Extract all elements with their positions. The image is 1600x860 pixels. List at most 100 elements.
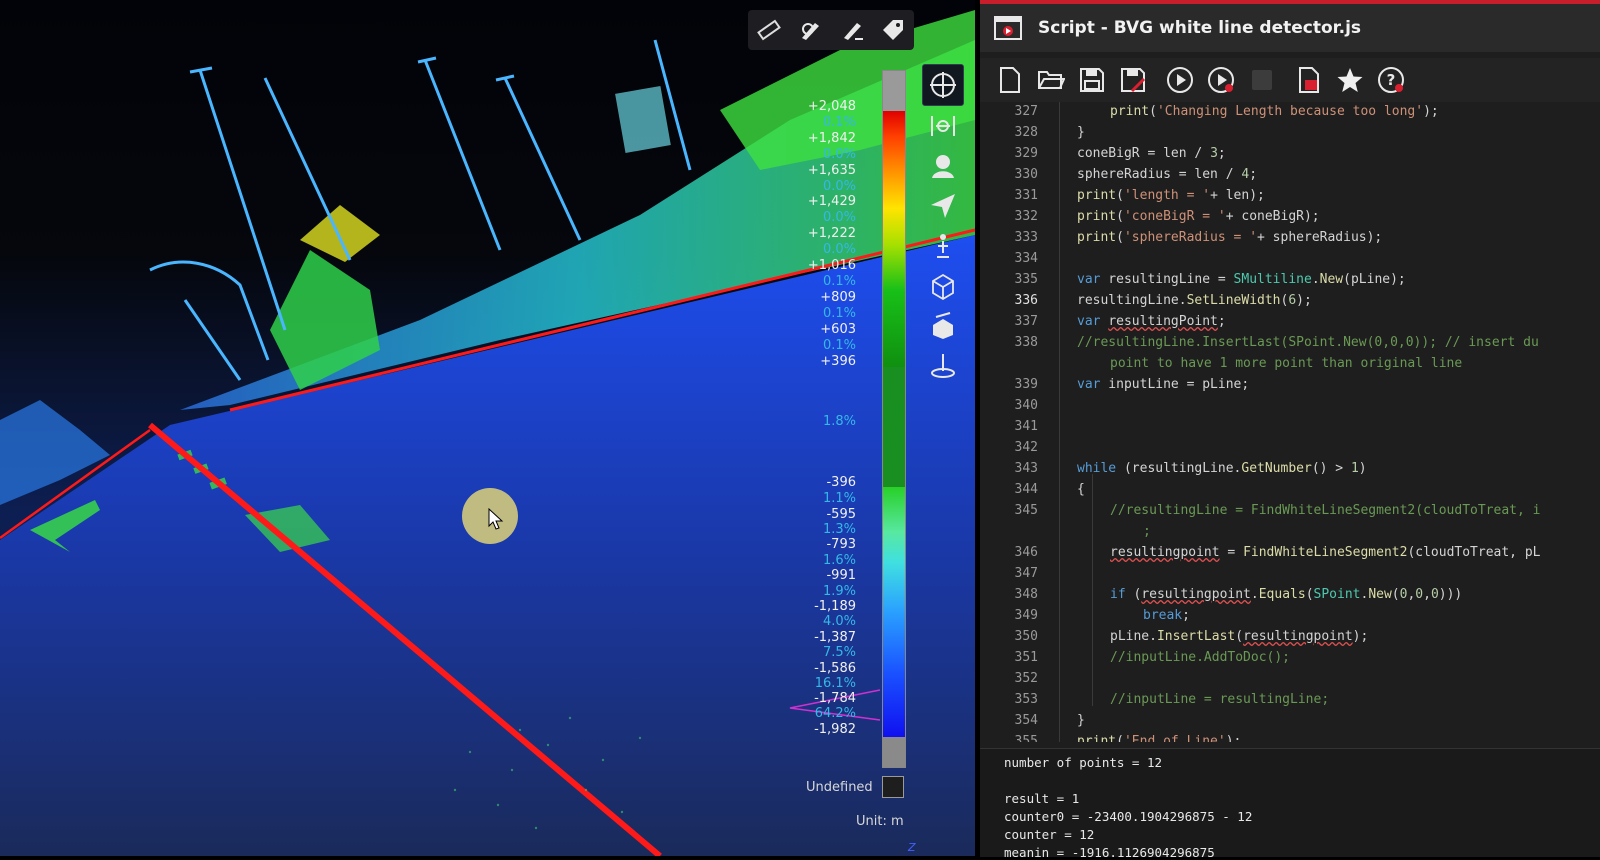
stop-script-button[interactable] <box>1246 64 1278 96</box>
unit-label: Unit: m <box>856 814 904 829</box>
scale-label: 1.9% <box>822 584 856 599</box>
scale-label: -1,189 <box>814 599 856 614</box>
export-pdf-button[interactable] <box>1293 64 1325 96</box>
undefined-label: Undefined <box>806 780 873 795</box>
navigate-button[interactable] <box>923 186 963 226</box>
code-line: //resultingLine = FindWhiteLineSegment2(… <box>1110 503 1541 518</box>
line-number: 353 <box>1014 692 1038 707</box>
scale-label: -1,387 <box>814 630 856 645</box>
code-line: var resultingLine = SMultiline.New(pLine… <box>1077 272 1406 287</box>
clipping-box-button[interactable] <box>923 306 963 346</box>
scale-label: +1,842 <box>807 131 856 146</box>
scale-label: 0.1% <box>822 306 856 321</box>
line-number: 348 <box>1014 587 1038 602</box>
axis-z-label: Z <box>908 841 916 854</box>
scale-label: -1,982 <box>814 722 856 737</box>
line-number: 328 <box>1014 125 1038 140</box>
code-line: resultingpoint = FindWhiteLineSegment2(c… <box>1110 545 1541 560</box>
save-as-script-button[interactable] <box>1117 64 1149 96</box>
code-line: var resultingPoint; <box>1077 314 1226 329</box>
code-line: } <box>1077 125 1085 140</box>
line-number: 338 <box>1014 335 1038 350</box>
new-file-icon <box>1000 67 1020 93</box>
scale-label: 16.1% <box>814 676 856 691</box>
user-view-icon <box>932 155 954 178</box>
code-line: pLine.InsertLast(resultingpoint); <box>1110 629 1369 644</box>
code-line: sphereRadius = len / 4; <box>1077 167 1258 182</box>
script-titlebar: Script - BVG white line detector.js <box>980 4 1600 52</box>
scale-label: 0.1% <box>822 338 856 353</box>
code-line: print('coneBigR = '+ coneBigR); <box>1077 209 1320 224</box>
svg-text:?: ? <box>1387 71 1396 89</box>
scale-label: 0.0% <box>822 242 856 257</box>
code-line: print('End of Line'); <box>1077 734 1242 742</box>
scale-label: +396 <box>820 354 856 369</box>
code-line: point to have 1 more point than original… <box>1110 356 1463 371</box>
code-line: while (resultingLine.GetNumber() > 1) <box>1077 461 1367 476</box>
scale-label: +1,222 <box>807 226 856 241</box>
scale-label: 4.0% <box>822 614 856 629</box>
line-number: 354 <box>1014 713 1038 728</box>
code-line: coneBigR = len / 3; <box>1077 146 1226 161</box>
walk-button[interactable] <box>923 226 963 266</box>
pen-angle-tool-button[interactable] <box>836 14 868 46</box>
line-number: 351 <box>1014 650 1038 665</box>
code-line: //resultingLine.InsertLast(SPoint.New(0,… <box>1077 335 1539 350</box>
label-tool-button[interactable] <box>877 14 909 46</box>
line-number: 349 <box>1014 608 1038 623</box>
cube-view-button[interactable] <box>923 266 963 306</box>
script-toolbar: ? <box>980 58 1600 102</box>
ground-plane-button[interactable] <box>923 346 963 386</box>
scale-label: 64.2% <box>814 706 856 721</box>
scale-label: +603 <box>820 322 856 337</box>
console-line: result = 1 <box>1004 791 1080 806</box>
orbit-button[interactable] <box>922 64 964 106</box>
run-script-button[interactable] <box>1164 64 1196 96</box>
open-script-button[interactable] <box>1035 64 1067 96</box>
new-script-button[interactable] <box>994 64 1026 96</box>
line-number: 343 <box>1014 461 1038 476</box>
help-button[interactable]: ? <box>1375 64 1407 96</box>
scale-label: +1,429 <box>807 194 856 209</box>
code-editor[interactable]: 327 print('Changing Length because too lo… <box>980 102 1600 742</box>
fit-view-icon <box>931 116 955 136</box>
console-line: counter = 12 <box>1004 827 1095 842</box>
scale-label: -396 <box>826 475 856 490</box>
ground-plane-icon <box>931 354 955 378</box>
fit-view-button[interactable] <box>923 106 963 146</box>
scale-label: -991 <box>826 568 856 583</box>
save-script-button[interactable] <box>1076 64 1108 96</box>
scale-label: 0.0% <box>822 147 856 162</box>
debug-script-button[interactable] <box>1205 64 1237 96</box>
ruler-icon <box>756 19 781 41</box>
line-number: 333 <box>1014 230 1038 245</box>
point-cloud-viewport[interactable]: +2,048 0.1% +1,842 0.0% +1,635 0.0% +1,429 0.0%… <box>0 0 975 856</box>
output-console[interactable]: number of points = 12 result = 1 counter0 … <box>980 748 1600 860</box>
viewer-button[interactable] <box>923 146 963 186</box>
save-icon <box>1080 68 1104 92</box>
console-line: meanin = -1916.1126904296875 <box>1004 845 1215 860</box>
paper-plane-icon <box>931 194 955 218</box>
viewport-side-toolbar <box>920 64 966 386</box>
line-number: 346 <box>1014 545 1038 560</box>
stop-icon <box>1252 70 1272 90</box>
pen-tool-button[interactable] <box>794 14 826 46</box>
measure-tool-button[interactable] <box>753 14 785 46</box>
clipping-box-icon <box>933 312 953 339</box>
undefined-color-swatch[interactable] <box>882 776 904 798</box>
code-line: print('Changing Length because too long'… <box>1110 104 1439 119</box>
code-line: print('sphereRadius = '+ sphereRadius); <box>1077 230 1383 245</box>
favorite-button[interactable] <box>1334 64 1366 96</box>
scale-label: 1.3% <box>822 522 856 537</box>
line-number: 352 <box>1014 671 1038 686</box>
scale-label: 1.6% <box>822 553 856 568</box>
code-line: //inputLine = resultingLine; <box>1110 692 1330 707</box>
document-red-icon <box>1299 67 1319 93</box>
scale-label: +809 <box>820 290 856 305</box>
pedestrian-icon <box>937 234 949 258</box>
scale-label: +1,635 <box>807 163 856 178</box>
pen-icon <box>802 23 820 40</box>
console-line: counter0 = -23400.1904296875 - 12 <box>1004 809 1253 824</box>
code-line: var inputLine = pLine; <box>1077 377 1250 392</box>
line-number: 331 <box>1014 188 1038 203</box>
